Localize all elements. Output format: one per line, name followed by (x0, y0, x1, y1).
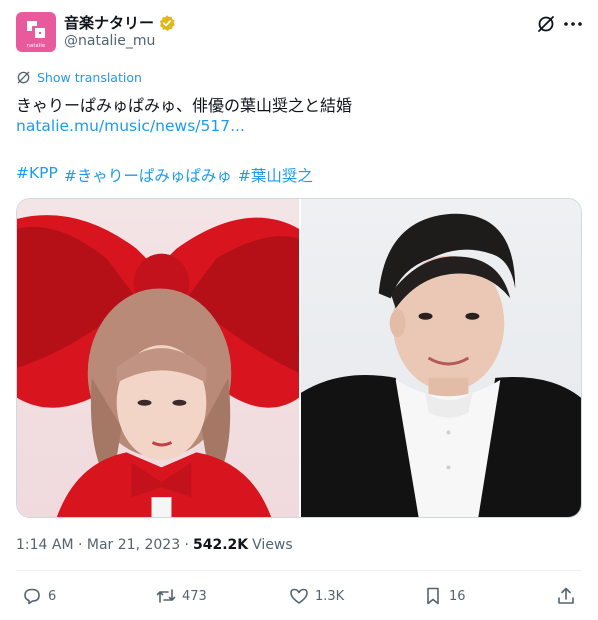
hashtag-kpp[interactable]: #KPP (16, 164, 58, 186)
timestamp[interactable]: 1:14 AM · Mar 21, 2023 · (16, 537, 189, 553)
repost-button[interactable]: 473 (156, 586, 207, 606)
grok-icon[interactable] (536, 14, 556, 34)
tweet-link[interactable]: natalie.mu/music/news/517... (16, 117, 245, 135)
reply-count: 6 (48, 588, 57, 604)
translate-icon (17, 71, 30, 84)
tweet-text: きゃりーぱみゅぱみゅ、俳優の葉山奨之と結婚 (16, 96, 353, 115)
natalie-logo-icon (27, 21, 45, 38)
photo-of-man-in-black-and-white-shirt-icon (301, 213, 581, 517)
hashtag-kyary[interactable]: #きゃりーぱみゅぱみゅ (64, 164, 232, 186)
tweet-card: natalie 音楽ナタリー @natalie_mu Show translat… (0, 0, 598, 620)
media-grid (16, 198, 582, 518)
views-label: Views (252, 537, 293, 553)
display-name[interactable]: 音楽ナタリー (64, 12, 154, 33)
verified-badge-icon (159, 14, 175, 31)
author-name-row: 音楽ナタリー (64, 12, 176, 33)
repost-icon (156, 589, 176, 603)
author-handle[interactable]: @natalie_mu (64, 33, 155, 49)
share-icon (558, 587, 574, 604)
avatar[interactable]: natalie (16, 12, 56, 52)
views-count: 542.2K (193, 537, 249, 553)
reply-icon (24, 588, 40, 605)
bookmark-button[interactable]: 16 (423, 586, 466, 606)
more-icon[interactable] (562, 14, 584, 34)
hashtags: #KPP #きゃりーぱみゅぱみゅ #葉山奨之 (16, 164, 313, 186)
show-translation-label: Show translation (37, 70, 142, 85)
like-button[interactable]: 1.3K (289, 586, 344, 606)
show-translation-button[interactable]: Show translation (16, 70, 142, 85)
bookmark-count: 16 (449, 588, 466, 604)
photo-left[interactable] (17, 199, 299, 517)
action-bar: 6 473 1.3K 16 (16, 586, 582, 608)
heart-icon (290, 588, 308, 604)
reply-button[interactable]: 6 (22, 586, 56, 606)
repost-count: 473 (182, 588, 207, 604)
divider-top (16, 570, 582, 571)
tweet-meta: 1:14 AM · Mar 21, 2023 · 542.2K Views (16, 537, 293, 553)
bookmark-icon (427, 587, 439, 605)
photo-of-woman-with-red-bow-icon (17, 215, 299, 517)
photo-right[interactable] (301, 199, 581, 517)
avatar-brand: natalie (26, 43, 46, 49)
hashtag-hayama[interactable]: #葉山奨之 (238, 164, 313, 186)
share-button[interactable] (556, 586, 576, 606)
like-count: 1.3K (315, 588, 345, 604)
